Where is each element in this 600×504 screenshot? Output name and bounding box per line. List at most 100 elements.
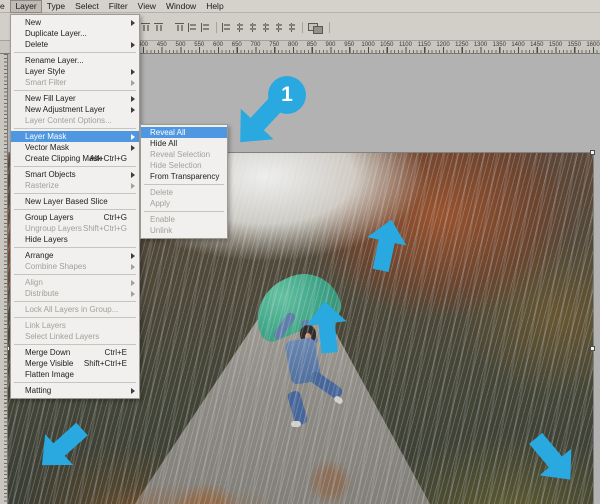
menu-item-vector-mask[interactable]: Vector Mask	[11, 142, 139, 153]
submenu-arrow-icon	[131, 68, 135, 75]
menu-item-delete[interactable]: Delete	[11, 39, 139, 50]
menubar-item-select[interactable]: Select	[70, 0, 104, 13]
menu-item-hide-layers[interactable]: Hide Layers	[11, 234, 139, 245]
distribute-left-edges-icon[interactable]	[274, 23, 283, 32]
menu-item-shortcut: Ctrl+G	[103, 213, 127, 222]
submenu-arrow-icon	[131, 387, 135, 394]
menubar-item-view[interactable]: View	[133, 0, 161, 13]
menu-item-new-layer-based-slice[interactable]: New Layer Based Slice	[11, 196, 139, 207]
menu-item-label: Distribute	[25, 289, 59, 298]
align-right-edges-icon[interactable]	[222, 23, 231, 32]
menu-item-arrange[interactable]: Arrange	[11, 250, 139, 261]
ruler-tick-label: 1300	[473, 42, 488, 48]
menu-separator	[14, 52, 136, 53]
menu-item-align: Align	[11, 277, 139, 288]
submenu-item-from-transparency[interactable]: From Transparency	[141, 171, 227, 182]
menu-separator	[14, 382, 136, 383]
menu-item-label: Flatten Image	[25, 370, 74, 379]
ruler-tick-label: 1200	[436, 42, 450, 48]
step-1-badge: 1	[268, 76, 306, 114]
ruler-tick-label: 550	[194, 42, 205, 48]
menu-separator	[14, 344, 136, 345]
menubar-item-type[interactable]: Type	[42, 0, 70, 13]
distribute-bottom-edges-icon[interactable]	[261, 23, 270, 32]
menu-item-label: Delete	[150, 188, 174, 197]
menu-item-rasterize: Rasterize	[11, 180, 139, 191]
auto-align-layers-icon[interactable]	[308, 23, 323, 34]
menu-item-label: Vector Mask	[25, 143, 70, 152]
annotation-arrow-up-person	[301, 299, 352, 356]
submenu-arrow-icon	[131, 79, 135, 86]
ruler-tick-label: 650	[231, 42, 242, 48]
menu-item-create-clipping-mask[interactable]: Create Clipping Mask Alt+Ctrl+G	[11, 153, 139, 164]
menu-item-matting[interactable]: Matting	[11, 385, 139, 396]
menu-item-label: Lock All Layers in Group...	[25, 305, 119, 314]
menu-item-label: Smart Filter	[25, 78, 67, 87]
align-left-edges-icon[interactable]	[188, 23, 197, 32]
menu-item-label: Combine Shapes	[25, 262, 87, 271]
menubar-item-layer[interactable]: Layer	[10, 0, 42, 13]
menu-item-group-layers[interactable]: Group Layers Ctrl+G	[11, 212, 139, 223]
ruler-tick-label: 1100	[399, 42, 412, 48]
ruler-tick-label: 700	[250, 42, 261, 48]
submenu-arrow-icon	[131, 290, 135, 297]
submenu-arrow-icon	[131, 144, 135, 151]
ruler-tick-label: 1150	[417, 42, 431, 48]
menu-item-new-fill-layer[interactable]: New Fill Layer	[11, 93, 139, 104]
menu-item-merge-down[interactable]: Merge Down Ctrl+E	[11, 347, 139, 358]
menu-item-label: Rasterize	[25, 181, 59, 190]
menu-item-label: New Adjustment Layer	[25, 105, 106, 114]
ruler-tick-label: 500	[175, 42, 186, 48]
submenu-arrow-icon	[131, 263, 135, 270]
menubar-item-help[interactable]: Help	[201, 0, 228, 13]
menu-separator	[14, 128, 136, 129]
layer-menu-dropdown: New Duplicate Layer... Delete Rename Layer.…	[10, 14, 140, 399]
menu-item-layer-style[interactable]: Layer Style	[11, 66, 139, 77]
ruler-tick-label: 1450	[530, 42, 544, 48]
ruler-tick-label: 750	[269, 42, 280, 48]
menu-item-shortcut: Shift+Ctrl+G	[82, 224, 127, 233]
menu-item-merge-visible[interactable]: Merge Visible Shift+Ctrl+E	[11, 358, 139, 369]
ruler-tick-label: 600	[212, 42, 223, 48]
distribute-horizontal-centers-icon[interactable]	[287, 23, 296, 32]
align-vertical-centers-icon[interactable]	[154, 23, 163, 32]
align-horizontal-centers-icon[interactable]	[201, 23, 210, 32]
menu-item-new-adjustment-layer[interactable]: New Adjustment Layer	[11, 104, 139, 115]
menu-item-label: Layer Mask	[25, 132, 67, 141]
menu-separator	[14, 166, 136, 167]
menu-item-label: New Layer Based Slice	[25, 197, 108, 206]
menu-item-rename-layer[interactable]: Rename Layer...	[11, 55, 139, 66]
submenu-item-enable: Enable	[141, 214, 227, 225]
menubar-item-window[interactable]: Window	[161, 0, 201, 13]
menu-separator	[14, 193, 136, 194]
align-bottom-edges-icon[interactable]	[175, 23, 184, 32]
menu-item-shortcut: Alt+Ctrl+G	[89, 154, 127, 163]
submenu-item-reveal-all[interactable]: Reveal All	[141, 127, 227, 138]
ruler-tick-label: 850	[306, 42, 317, 48]
submenu-item-hide-all[interactable]: Hide All	[141, 138, 227, 149]
menu-item-smart-objects[interactable]: Smart Objects	[11, 169, 139, 180]
submenu-item-reveal-selection: Reveal Selection	[141, 149, 227, 160]
submenu-item-hide-selection: Hide Selection	[141, 160, 227, 171]
photoshop-window: 400 450 500 550 600 650 700 750 800 850 900 950 1000…	[0, 0, 600, 504]
menu-item-label: Hide Layers	[25, 235, 68, 244]
menu-item-flatten-image[interactable]: Flatten Image	[11, 369, 139, 380]
menubar-item-filter[interactable]: Filter	[104, 0, 133, 13]
menu-item-new[interactable]: New	[11, 17, 139, 28]
menu-item-label: Apply	[150, 199, 171, 208]
distribute-vertical-centers-icon[interactable]	[248, 23, 257, 32]
ruler-tick-label: 1500	[548, 42, 563, 48]
menu-item-smart-filter: Smart Filter	[11, 77, 139, 88]
distribute-top-edges-icon[interactable]	[235, 23, 244, 32]
transform-handle-right-middle[interactable]	[590, 346, 595, 351]
ruler-tick-label: 450	[156, 42, 167, 48]
menu-item-shortcut: Shift+Ctrl+E	[83, 359, 127, 368]
align-top-edges-icon[interactable]	[141, 23, 150, 32]
menu-item-layer-mask[interactable]: Layer Mask	[11, 131, 139, 142]
toolbar-separator	[216, 22, 217, 33]
menu-item-label: Matting	[25, 386, 52, 395]
menu-item-distribute: Distribute	[11, 288, 139, 299]
vertical-ruler[interactable]	[0, 41, 8, 504]
menu-item-duplicate-layer[interactable]: Duplicate Layer...	[11, 28, 139, 39]
transform-handle-top-right[interactable]	[590, 150, 595, 155]
